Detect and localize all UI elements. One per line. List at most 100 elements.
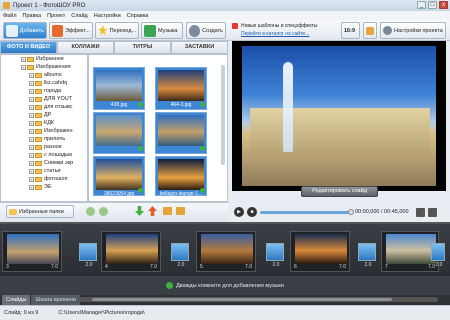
folder-icon <box>35 176 42 182</box>
fullscreen-icon[interactable] <box>427 207 437 217</box>
tree-item[interactable]: + Снимки экр <box>1 159 87 167</box>
tree-item[interactable]: + ДЛЯ YOUT <box>1 95 87 103</box>
image-settings-button[interactable] <box>363 22 377 39</box>
slide-item[interactable]: 3 7.0 <box>2 231 62 272</box>
transitions-button[interactable]: Переход... <box>95 22 139 39</box>
tree-item[interactable]: + Избранное <box>1 55 87 63</box>
menu-help[interactable]: Справка <box>127 13 149 19</box>
expand-icon[interactable]: + <box>29 176 34 182</box>
tab-collages[interactable]: КОЛЛАЖИ <box>57 41 114 54</box>
music-track[interactable]: Дважды кликните для добавления музыки <box>0 276 450 295</box>
favorite-folders-button[interactable]: Избранные папки <box>6 205 74 218</box>
tree-item[interactable]: + города <box>1 87 87 95</box>
effects-button[interactable]: Эффект... <box>49 22 93 39</box>
expand-icon[interactable]: + <box>29 128 34 134</box>
menu-bar: Файл Правка Проект Слайд Настройки Справ… <box>0 11 450 20</box>
catalog-link[interactable]: Перейти в каталог на сайте... <box>241 31 309 37</box>
expand-icon[interactable]: + <box>29 72 34 78</box>
expand-icon[interactable]: + <box>21 64 26 70</box>
tree-item[interactable]: + ЭЕ <box>1 183 87 191</box>
expand-icon[interactable]: + <box>29 152 34 158</box>
add-button[interactable]: Добавить <box>3 22 47 39</box>
transition-item[interactable]: 2.0 <box>79 243 97 268</box>
tree-item[interactable]: + ДР <box>1 111 87 119</box>
maximize-button[interactable]: □ <box>428 1 437 9</box>
expand-icon[interactable]: + <box>29 144 34 150</box>
slide-item[interactable]: 4 7.0 <box>101 231 161 272</box>
ratio-button[interactable]: 16:9 <box>341 22 360 39</box>
app-icon <box>3 2 10 9</box>
tab-photos-videos[interactable]: ФОТО И ВИДЕО <box>0 41 57 54</box>
music-button[interactable]: Музыка <box>141 22 183 39</box>
up-arrow-icon[interactable] <box>148 206 157 216</box>
close-button[interactable]: x <box>439 1 448 9</box>
stop-button[interactable]: ■ <box>247 207 257 217</box>
thumbnail[interactable] <box>155 112 207 154</box>
folder-icon <box>27 64 34 70</box>
expand-icon[interactable]: + <box>29 184 34 190</box>
tab-intros[interactable]: ЗАСТАВКИ <box>171 41 228 54</box>
tree-item[interactable]: + статьи <box>1 167 87 175</box>
tree-item[interactable]: + с лошадьм <box>1 151 87 159</box>
expand-icon[interactable]: + <box>29 160 34 166</box>
transition-item[interactable]: 2.0 <box>171 243 189 268</box>
menu-slide[interactable]: Слайд <box>71 13 88 19</box>
expand-icon[interactable]: + <box>29 120 34 126</box>
tree-item[interactable]: + Изображен <box>1 127 87 135</box>
transition-item[interactable]: 2.0 <box>431 243 445 268</box>
expand-icon[interactable]: + <box>29 80 34 86</box>
scroll-thumb[interactable] <box>92 298 392 301</box>
expand-icon[interactable]: + <box>29 168 34 174</box>
tree-item[interactable]: + прилепь <box>1 135 87 143</box>
seek-slider[interactable] <box>260 208 354 215</box>
gear-icon <box>383 26 392 35</box>
slide-item[interactable]: 5 7.0 <box>196 231 256 272</box>
transition-item[interactable]: 2.0 <box>358 243 376 268</box>
thumbnail[interactable]: bellagio-lounge-1... <box>155 156 207 197</box>
thumbnail[interactable] <box>93 112 145 154</box>
down-arrow-icon[interactable] <box>135 206 144 216</box>
expand-icon[interactable]: + <box>29 104 34 110</box>
expand-icon[interactable]: + <box>29 136 34 142</box>
tab-slides[interactable]: Слайды <box>2 295 31 305</box>
menu-edit[interactable]: Правка <box>23 13 42 19</box>
menu-file[interactable]: Файл <box>3 13 17 19</box>
tree-item[interactable]: + для отзывс <box>1 103 87 111</box>
project-settings-button[interactable]: Настройки проекта <box>380 22 446 39</box>
undo-icon[interactable] <box>86 207 95 216</box>
transition-item[interactable]: 2.0 <box>266 243 284 268</box>
expand-icon[interactable]: + <box>21 56 26 62</box>
expand-icon[interactable]: + <box>29 112 34 118</box>
tree-item[interactable]: + lkz.cahdq <box>1 79 87 87</box>
tree-item[interactable]: + разное <box>1 143 87 151</box>
tab-timeline[interactable]: Шкала времени <box>31 295 80 305</box>
check-icon <box>138 102 143 107</box>
folder-icon <box>35 144 42 150</box>
tree-item[interactable]: + albums <box>1 71 87 79</box>
tree-item[interactable]: + Изображения <box>1 63 87 71</box>
select-all-icon[interactable] <box>176 207 185 215</box>
thumbnail-scrollbar[interactable] <box>221 65 225 165</box>
menu-project[interactable]: Проект <box>47 13 65 19</box>
create-button[interactable]: Создать <box>186 22 226 39</box>
main-toolbar: Добавить Эффект... Переход... Музыка Соз… <box>0 20 450 41</box>
thumbnail[interactable]: 438.jpg <box>93 67 145 110</box>
expand-icon[interactable]: + <box>29 88 34 94</box>
play-button[interactable]: ▶ <box>234 207 244 217</box>
redo-icon[interactable] <box>99 207 108 216</box>
snapshot-icon[interactable] <box>415 207 425 217</box>
tree-item[interactable]: + фотошоп <box>1 175 87 183</box>
minimize-button[interactable]: _ <box>417 1 426 9</box>
timeline-scrollbar[interactable] <box>78 297 438 302</box>
thumbnail[interactable]: 38023054.jpg <box>93 156 145 197</box>
menu-settings[interactable]: Настройки <box>94 13 121 19</box>
thumbnail[interactable]: 464-3.jpg <box>155 67 207 110</box>
edit-slide-button[interactable]: Редактировать слайд <box>301 186 378 197</box>
tab-titles[interactable]: ТИТРЫ <box>114 41 171 54</box>
slide-item[interactable]: 6 7.0 <box>290 231 350 272</box>
expand-icon[interactable]: + <box>29 96 34 102</box>
folder-tree: + Избранное + Изображения + albums + lkz.cahdq +… <box>0 54 88 202</box>
sort-icon[interactable] <box>163 207 172 215</box>
tree-item[interactable]: + КДК <box>1 119 87 127</box>
seek-knob[interactable] <box>348 208 354 215</box>
